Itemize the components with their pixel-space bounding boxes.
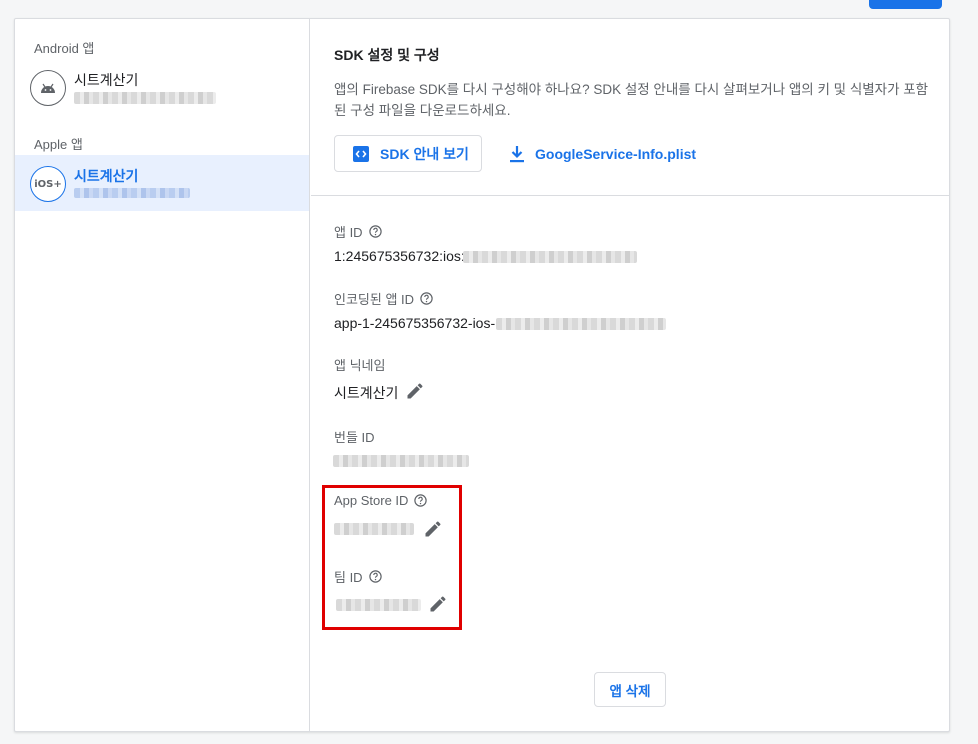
highlight-box bbox=[322, 485, 462, 630]
encoded-app-id-label-row: 인코딩된 앱 ID bbox=[334, 289, 433, 308]
encoded-app-id-value: app-1-245675356732-ios- bbox=[334, 315, 496, 331]
apple-section-label: Apple 앱 bbox=[34, 137, 83, 152]
android-app-package-redacted bbox=[74, 92, 216, 104]
sdk-guide-label: SDK 안내 보기 bbox=[380, 145, 469, 162]
encoded-app-id-label: 인코딩된 앱 ID bbox=[334, 292, 415, 307]
code-icon bbox=[352, 145, 370, 163]
help-icon[interactable] bbox=[368, 225, 382, 238]
android-app-name: 시트계산기 bbox=[74, 72, 139, 88]
apple-app-name: 시트계산기 bbox=[74, 168, 139, 184]
help-icon[interactable] bbox=[420, 292, 433, 305]
section-divider bbox=[311, 195, 949, 196]
sidebar-item-apple-app[interactable]: iOS+ 시트계산기 bbox=[15, 155, 309, 211]
download-icon bbox=[509, 145, 525, 163]
top-primary-button[interactable] bbox=[869, 0, 942, 9]
sdk-guide-button[interactable]: SDK 안내 보기 bbox=[334, 135, 482, 172]
apple-app-bundle-redacted bbox=[74, 188, 190, 198]
ios-icon: iOS+ bbox=[30, 166, 66, 202]
encoded-app-id-redacted bbox=[496, 318, 666, 330]
app-settings-card: Android 앱 시트계산기 Apple 앱 iOS+ 시트계산기 SDK 설… bbox=[14, 18, 950, 732]
sdk-description: 앱의 Firebase SDK를 다시 구성해야 하나요? SDK 설정 안내를… bbox=[334, 82, 929, 118]
main-panel: SDK 설정 및 구성 앱의 Firebase SDK를 다시 구성해야 하나요… bbox=[311, 19, 949, 731]
bundle-id-label: 번들 ID bbox=[334, 430, 375, 445]
app-id-value: 1:245675356732:ios: bbox=[334, 248, 465, 264]
bundle-id-redacted bbox=[333, 455, 469, 467]
sidebar-item-android-app[interactable]: 시트계산기 bbox=[15, 59, 309, 115]
download-config-label: GoogleService-Info.plist bbox=[535, 146, 697, 162]
app-id-label: 앱 ID bbox=[334, 225, 363, 240]
delete-app-button[interactable]: 앱 삭제 bbox=[594, 672, 666, 707]
app-id-redacted bbox=[463, 251, 637, 263]
app-id-label-row: 앱 ID bbox=[334, 222, 382, 241]
apps-sidebar: Android 앱 시트계산기 Apple 앱 iOS+ 시트계산기 bbox=[15, 19, 310, 731]
nickname-value: 시트계산기 bbox=[334, 385, 399, 401]
nickname-label: 앱 닉네임 bbox=[334, 358, 386, 373]
download-config-link[interactable]: GoogleService-Info.plist bbox=[509, 144, 696, 164]
android-icon bbox=[30, 70, 66, 106]
android-section-label: Android 앱 bbox=[34, 41, 95, 56]
sdk-section-title: SDK 설정 및 구성 bbox=[334, 47, 440, 63]
edit-nickname-icon[interactable] bbox=[405, 381, 425, 406]
